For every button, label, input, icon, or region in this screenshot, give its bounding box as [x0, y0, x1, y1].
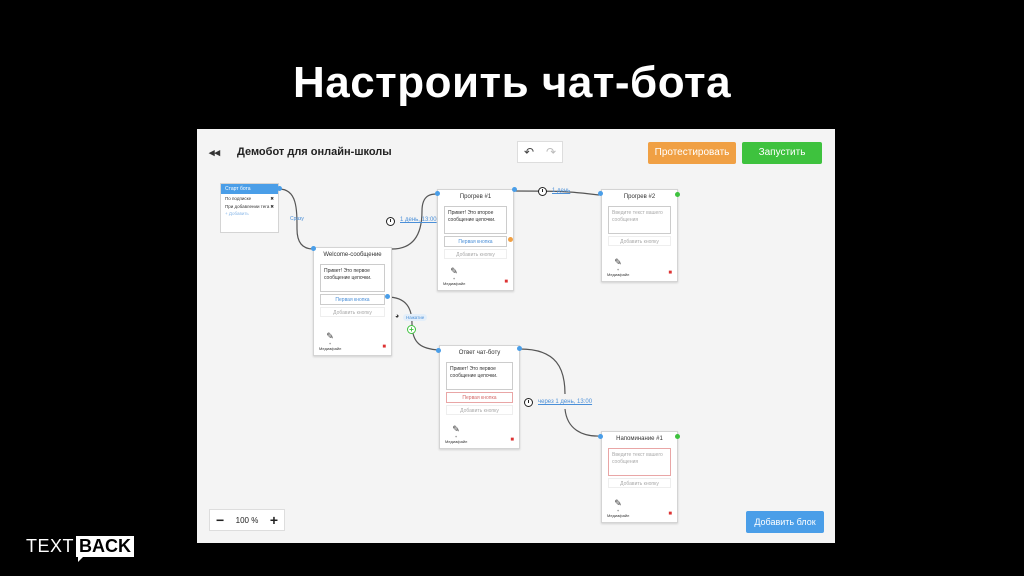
- input-connector[interactable]: [436, 348, 441, 353]
- block-title: Прогрев #2: [623, 194, 656, 200]
- attach-media[interactable]: ✎ + Медиафайл: [319, 331, 342, 352]
- undo-icon[interactable]: ↶: [518, 142, 540, 162]
- block-welcome[interactable]: Welcome-сообщение Привет! Это первое соо…: [313, 247, 392, 356]
- start-trigger-row[interactable]: При добавлении тега ✖: [221, 202, 278, 210]
- start-block-title: Старт бота: [221, 184, 278, 194]
- attach-media[interactable]: ✎ + Медиафайл: [445, 424, 468, 445]
- delay-label[interactable]: 1 день, 13:00: [400, 217, 437, 223]
- block-title: Ответ чат-боту: [458, 350, 501, 356]
- attach-label: + Медиафайл: [319, 341, 342, 351]
- add-block-button[interactable]: Добавить блок: [746, 511, 824, 533]
- paperclip-icon: ✎: [614, 498, 622, 508]
- input-connector[interactable]: [435, 191, 440, 196]
- start-trigger-label: По подписке: [225, 196, 252, 201]
- status-dot: [675, 192, 680, 197]
- attach-label: + Медиафайл: [607, 508, 630, 518]
- add-button[interactable]: Добавить кнопку: [446, 405, 513, 415]
- block-warmup-2[interactable]: Прогрев #2 Введите текст вашего сообщени…: [601, 189, 678, 282]
- add-link-icon[interactable]: +: [407, 325, 416, 334]
- output-connector[interactable]: [517, 346, 522, 351]
- paperclip-icon: ✎: [452, 424, 460, 434]
- block-title: Welcome-сообщение: [323, 252, 382, 258]
- run-button[interactable]: Запустить: [742, 142, 822, 164]
- paperclip-icon: ✎: [614, 257, 622, 267]
- clock-icon: [386, 217, 395, 226]
- redo-icon[interactable]: ↷: [540, 142, 562, 162]
- zoom-level: 100 %: [235, 515, 259, 525]
- trash-icon[interactable]: ■: [382, 344, 386, 350]
- output-connector[interactable]: [512, 187, 517, 192]
- trash-icon[interactable]: ■: [504, 279, 508, 285]
- start-add-trigger[interactable]: + Добавить: [221, 210, 278, 217]
- attach-label: + Медиафайл: [443, 276, 466, 286]
- back-icon[interactable]: ◂◂: [209, 146, 220, 159]
- status-dot: [675, 434, 680, 439]
- output-connector[interactable]: [277, 186, 282, 191]
- block-button[interactable]: Первая кнопка: [320, 294, 385, 305]
- start-block[interactable]: Старт бота По подписке ✖ При добавлении …: [220, 183, 279, 233]
- clock-icon: [538, 187, 547, 196]
- link-label[interactable]: Сразу: [290, 216, 304, 222]
- attach-label: + Медиафайл: [607, 267, 630, 277]
- trash-icon[interactable]: ■: [510, 437, 514, 443]
- block-warmup-1[interactable]: Прогрев #1 Привет! Это второе сообщение …: [437, 189, 514, 291]
- add-button[interactable]: Добавить кнопку: [608, 478, 671, 488]
- slide-title: Настроить чат-бота: [292, 58, 732, 107]
- start-trigger-label: При добавлении тега: [225, 204, 270, 209]
- trash-icon[interactable]: ■: [668, 511, 672, 517]
- block-title: Напоминание #1: [616, 436, 663, 442]
- bot-builder-app: ◂◂ Демобот для онлайн-школы ↶ ↷ Протести…: [197, 129, 835, 543]
- input-connector[interactable]: [598, 191, 603, 196]
- add-button[interactable]: Добавить кнопку: [444, 249, 507, 259]
- textback-logo: TEXT BACK: [26, 536, 135, 562]
- delay-label[interactable]: через 1 день, 13:00: [538, 399, 592, 405]
- block-title: Прогрев #1: [459, 194, 492, 200]
- attach-media[interactable]: ✎ + Медиафайл: [607, 498, 630, 519]
- test-button[interactable]: Протестировать: [648, 142, 736, 164]
- trash-icon[interactable]: ■: [668, 270, 672, 276]
- zoom-control: − 100 % +: [209, 509, 285, 531]
- button-connector[interactable]: [508, 237, 513, 242]
- paperclip-icon: ✎: [326, 331, 334, 341]
- message-text[interactable]: Привет! Это первое сообщение цепочки.: [320, 264, 385, 292]
- bot-name: Демобот для онлайн-школы: [237, 146, 392, 158]
- add-button[interactable]: Добавить кнопку: [608, 236, 671, 246]
- delay-label[interactable]: 1 день: [552, 188, 570, 194]
- logo-text: TEXT: [26, 536, 75, 556]
- input-connector[interactable]: [598, 434, 603, 439]
- attach-media[interactable]: ✎ + Медиафайл: [443, 266, 466, 287]
- start-trigger-row[interactable]: По подписке ✖: [221, 194, 278, 202]
- zoom-in-button[interactable]: +: [270, 513, 278, 527]
- clock-icon: [524, 398, 533, 407]
- slide: Настроить чат-бота ◂◂ Демобот для онлайн…: [0, 0, 1024, 576]
- block-reply[interactable]: Ответ чат-боту Привет! Это первое сообще…: [439, 345, 520, 449]
- remove-icon[interactable]: ✖: [270, 203, 274, 209]
- message-text[interactable]: Введите текст вашего сообщения: [608, 448, 671, 476]
- attach-label: + Медиафайл: [445, 434, 468, 444]
- zoom-out-button[interactable]: −: [216, 513, 224, 527]
- block-button[interactable]: Первая кнопка: [444, 236, 507, 247]
- logo-box: BACK: [76, 536, 135, 562]
- remove-icon[interactable]: ✖: [270, 195, 274, 201]
- message-text[interactable]: Привет! Это первое сообщение цепочки.: [446, 362, 513, 390]
- paperclip-icon: ✎: [450, 266, 458, 276]
- input-connector[interactable]: [311, 246, 316, 251]
- attach-media[interactable]: ✎ + Медиафайл: [607, 257, 630, 278]
- undo-redo-group: ↶ ↷: [517, 141, 563, 163]
- message-text[interactable]: Введите текст вашего сообщения: [608, 206, 671, 234]
- block-reminder-1[interactable]: Напоминание #1 Введите текст вашего сооб…: [601, 431, 678, 523]
- link-label[interactable]: Нажатие: [403, 314, 428, 321]
- add-button[interactable]: Добавить кнопку: [320, 307, 385, 317]
- output-connector[interactable]: [385, 294, 390, 299]
- block-button[interactable]: Первая кнопка: [446, 392, 513, 403]
- message-text[interactable]: Привет! Это второе сообщение цепочки.: [444, 206, 507, 234]
- eye-icon[interactable]: ◕: [395, 313, 399, 320]
